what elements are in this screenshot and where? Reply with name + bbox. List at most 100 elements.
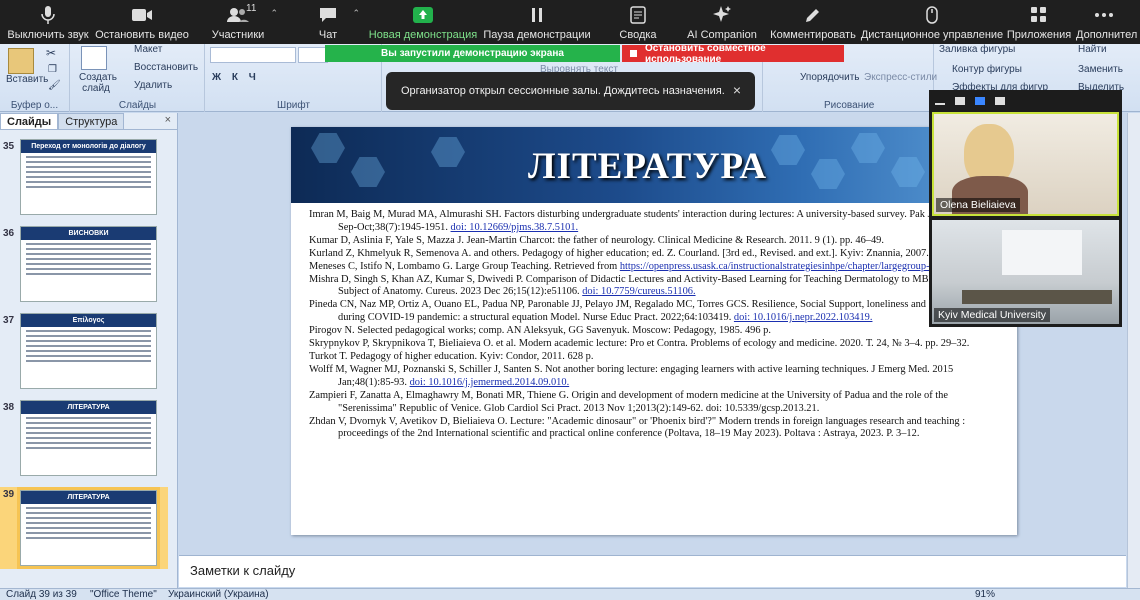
new-share-button[interactable]: Новая демонстрация: [368, 1, 478, 41]
reference-link[interactable]: https://openpress.usask.ca/instructional…: [620, 261, 965, 272]
paste-button[interactable]: Вставить: [6, 74, 48, 85]
mute-button[interactable]: Выключить звук: [0, 1, 96, 41]
reference-text: Zhdan V, Dvornyk V, Avetikov D, Bieliaie…: [309, 415, 966, 440]
slide-thumbnail[interactable]: 38 ЛІТЕРАТУРА: [0, 400, 168, 480]
scissors-icon[interactable]: ✂: [46, 46, 56, 60]
reference-item: Wolff M, Wagner MJ, Poznanski S, Schille…: [309, 364, 1009, 390]
zoom-toolbar: Выключить звук Остановить видео 11 ⌃ Уча…: [0, 0, 1140, 44]
stop-share-button[interactable]: Остановить совместное использование: [622, 43, 844, 65]
reference-item: Kurland Z, Khmelyuk R, Semenova A. and o…: [309, 248, 1009, 261]
font-format-icons[interactable]: Ж К Ч: [212, 72, 260, 83]
clipboard-group-label: Буфер о...: [10, 100, 59, 111]
slide-number: 35: [3, 141, 15, 152]
minimize-icon[interactable]: [935, 102, 945, 105]
reference-text: Imran M, Baig M, Murad MA, Almurashi SH.…: [309, 209, 996, 233]
close-icon[interactable]: ×: [165, 114, 171, 126]
reference-link[interactable]: doi: 10.7759/cureus.51106.: [582, 286, 695, 297]
new-slide-icon[interactable]: [81, 46, 107, 70]
vertical-scrollbar[interactable]: [1127, 113, 1140, 588]
format-painter-icon[interactable]: 🖌: [48, 80, 61, 91]
apps-button[interactable]: Приложения: [1002, 1, 1076, 41]
remote-control-button[interactable]: Дистанционное управление: [860, 1, 1004, 41]
font-name-field[interactable]: [210, 47, 296, 63]
more-button[interactable]: Дополнител: [1076, 1, 1140, 41]
slide-thumbnail[interactable]: 35 Переход от монологів до діалогу: [0, 139, 168, 219]
thumbnail-preview: ЛІТЕРАТУРА: [20, 400, 157, 476]
shape-fill-button[interactable]: Заливка фигуры: [939, 44, 1015, 55]
zoom-level[interactable]: 91%: [975, 589, 995, 600]
paste-icon[interactable]: [8, 48, 34, 74]
slide-thumbnail[interactable]: 36 ВИСНОВКИ: [0, 226, 168, 306]
gallery-view-icon[interactable]: [995, 96, 1005, 105]
copy-icon[interactable]: ❐: [48, 64, 57, 75]
reset-button[interactable]: Восстановить: [134, 62, 198, 73]
reference-link[interactable]: doi: 10.12669/pjms.38.7.5101.: [451, 222, 579, 233]
more-icon: [1094, 4, 1114, 26]
ai-companion-label: AI Companion: [687, 29, 757, 41]
notes-pane[interactable]: Заметки к слайду: [179, 555, 1126, 587]
reference-list: Imran M, Baig M, Murad MA, Almurashi SH.…: [309, 209, 1009, 441]
language-indicator[interactable]: Украинский (Украина): [168, 589, 269, 600]
notes-placeholder: Заметки к слайду: [190, 563, 296, 578]
slide-thumbnail[interactable]: 37 Επίλογος: [0, 313, 168, 393]
ai-companion-button[interactable]: AI Companion: [680, 1, 764, 41]
close-icon[interactable]: ×: [733, 82, 741, 98]
reference-item: Zampieri F, Zanatta A, Elmaghawry M, Bon…: [309, 390, 1009, 416]
pause-icon: [530, 4, 544, 26]
thumbnail-preview: Επίλογος: [20, 313, 157, 389]
strip-view-icon[interactable]: [975, 96, 985, 105]
slides-group: Создать слайд Макет Восстановить Удалить…: [71, 44, 205, 112]
drawing-group-label: Рисование: [824, 100, 875, 111]
apps-icon: [1030, 4, 1048, 26]
find-button[interactable]: Найти: [1078, 44, 1107, 55]
chat-button[interactable]: ⌃ Чат: [288, 1, 368, 41]
status-bar: Слайд 39 из 39 "Office Theme" Украинский…: [0, 588, 1140, 600]
reference-text: Kurland Z, Khmelyuk R, Semenova A. and o…: [309, 247, 958, 259]
remote-control-label: Дистанционное управление: [860, 29, 1004, 41]
chevron-up-icon[interactable]: ⌃: [352, 8, 360, 19]
comment-button[interactable]: Комментировать: [764, 1, 862, 41]
participant-video-tile[interactable]: Olena Bieliaieva: [932, 112, 1119, 216]
chevron-up-icon[interactable]: ⌃: [270, 8, 278, 19]
reference-item: Skrypnykov P, Skrypnikova T, Bieliaieva …: [309, 338, 1009, 351]
delete-button[interactable]: Удалить: [134, 80, 172, 91]
thumbnail-title: ЛІТЕРАТУРА: [21, 491, 156, 504]
slide-counter: Слайд 39 из 39: [6, 589, 77, 600]
chat-icon: [319, 4, 337, 26]
reference-link[interactable]: doi: 10.1016/j.nepr.2022.103419.: [734, 312, 873, 323]
participant-video-tile[interactable]: Kyiv Medical University: [932, 220, 1119, 324]
comment-label: Комментировать: [770, 29, 856, 41]
stop-icon: [630, 50, 637, 57]
reference-text: Turkot T. Pedagogy of higher education. …: [309, 350, 594, 362]
new-slide-button[interactable]: Создать слайд: [79, 72, 117, 94]
slide-banner: ЛІТЕРАТУРА: [291, 127, 1017, 203]
slide-thumbnail-selected[interactable]: 39 ЛІТЕРАТУРА: [0, 487, 168, 569]
layout-button[interactable]: Макет: [134, 44, 162, 55]
slide-canvas[interactable]: ЛІТЕРАТУРА Imran M, Baig M, Murad MA, Al…: [291, 127, 1017, 535]
font-size-field[interactable]: [298, 47, 328, 63]
video-view-toolbar: [929, 90, 1122, 111]
pencil-icon: [804, 4, 822, 26]
reference-item: Zhdan V, Dvornyk V, Avetikov D, Bieliaie…: [309, 416, 1009, 442]
replace-button[interactable]: Заменить: [1078, 64, 1123, 75]
summary-button[interactable]: Сводка: [596, 1, 680, 41]
stop-video-button[interactable]: Остановить видео: [95, 1, 189, 41]
pause-share-button[interactable]: Пауза демонстрации: [478, 1, 596, 41]
arrange-button[interactable]: Упорядочить: [800, 72, 860, 83]
font-group-label: Шрифт: [277, 100, 310, 111]
shape-outline-button[interactable]: Контур фигуры: [952, 64, 1022, 75]
sparkle-icon: [712, 4, 732, 26]
speaker-view-icon[interactable]: [955, 96, 965, 105]
breakout-notification: Организатор открыл сессионные залы. Дожд…: [386, 72, 755, 110]
reference-text: Wolff M, Wagner MJ, Poznanski S, Schille…: [309, 363, 954, 388]
theme-name: "Office Theme": [90, 589, 157, 600]
quick-styles-button[interactable]: Экспресс-стили: [864, 72, 937, 83]
reference-text: Kumar D, Aslinia F, Yale S, Mazza J. Jea…: [309, 234, 884, 246]
reference-item: Imran M, Baig M, Murad MA, Almurashi SH.…: [309, 209, 1009, 235]
clipboard-group: Вставить ✂ ❐ 🖌 Буфер о...: [0, 44, 70, 112]
participants-button[interactable]: 11 ⌃ Участники: [188, 1, 288, 41]
reference-link[interactable]: doi: 10.1016/j.jemermed.2014.09.010.: [410, 377, 570, 388]
new-share-label: Новая демонстрация: [368, 29, 478, 41]
tab-slides[interactable]: Слайды: [0, 113, 59, 129]
tab-outline[interactable]: Структура: [58, 113, 125, 129]
